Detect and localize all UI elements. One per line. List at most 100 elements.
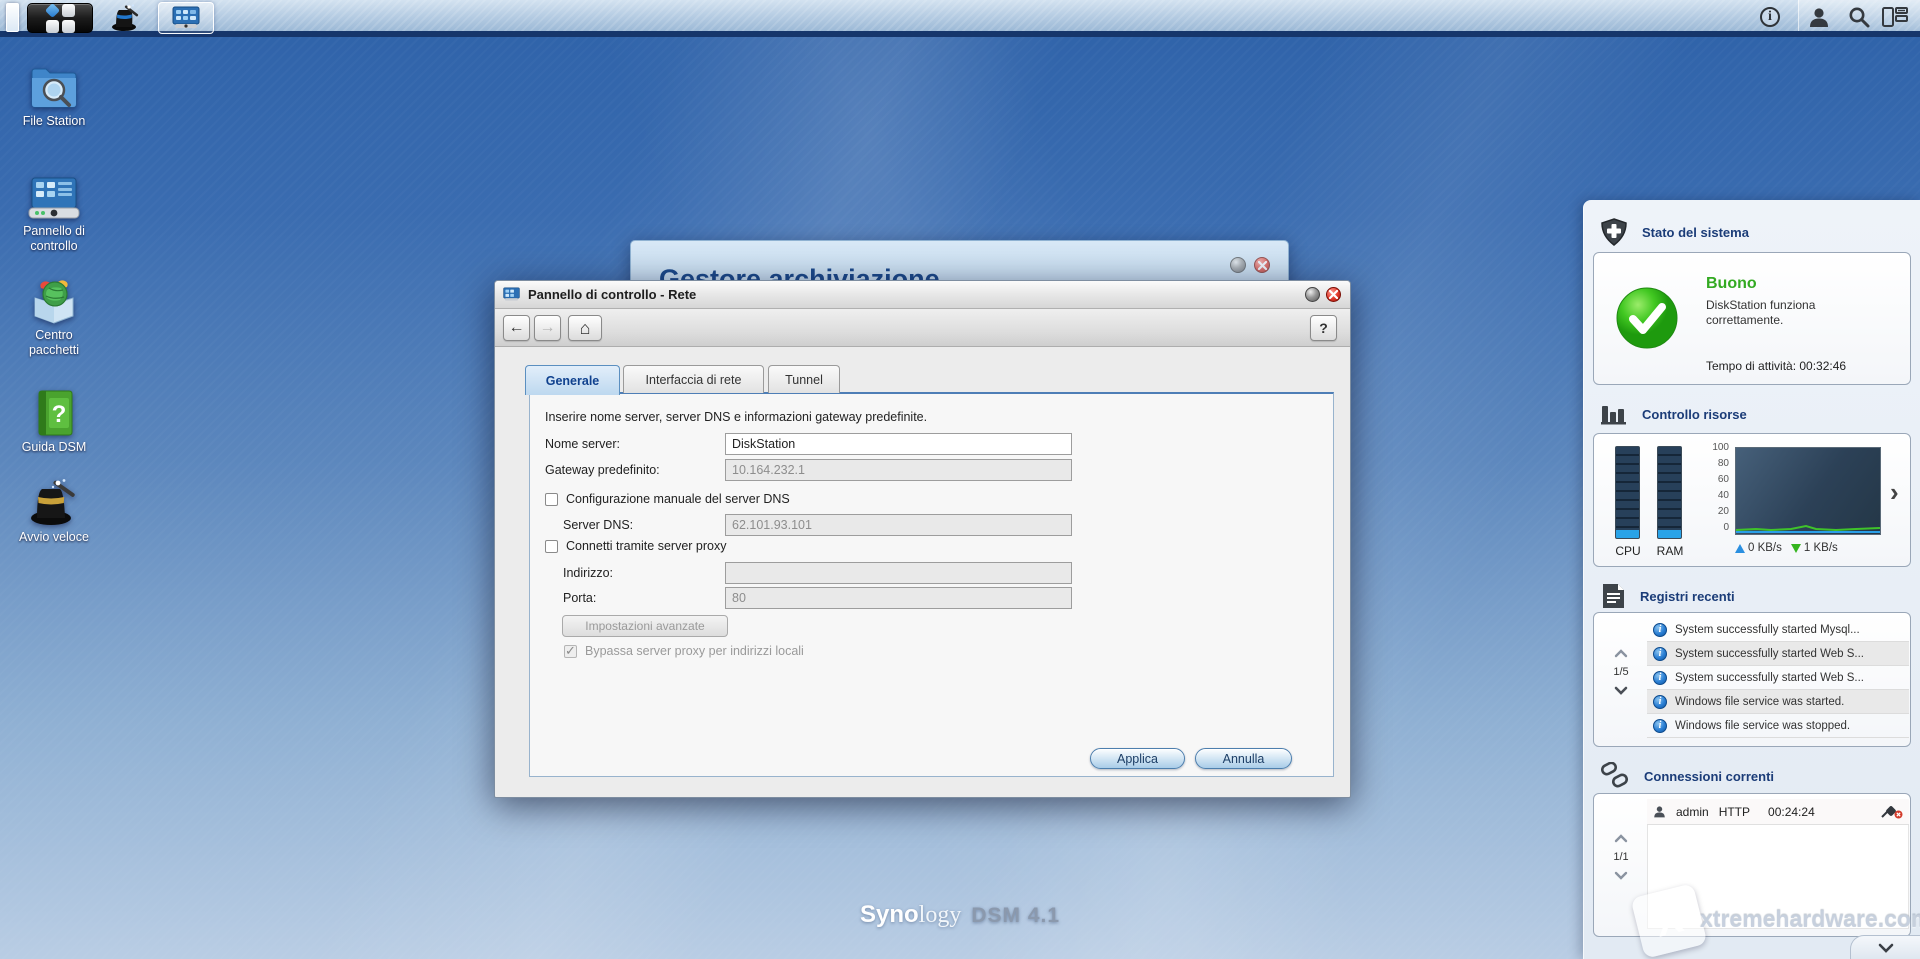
user-menu-button[interactable]	[1806, 4, 1832, 30]
porta-input	[725, 587, 1072, 609]
home-icon: ⌂	[580, 318, 591, 339]
desktop-icon-label: Guida DSM	[8, 440, 100, 455]
close-icon[interactable]	[1326, 287, 1341, 302]
watermark-text: xtremehardware.com	[1700, 906, 1920, 933]
axis-20: 20	[1697, 506, 1729, 517]
minimize-button[interactable]	[1230, 257, 1246, 273]
watermark-letter: X	[1651, 896, 1688, 946]
log-row[interactable]: i Windows file service was started.	[1647, 690, 1909, 714]
help-button[interactable]: ?	[1310, 315, 1337, 341]
widget-title: Registri recenti	[1640, 589, 1735, 604]
sidebar-collapse-button[interactable]	[1850, 935, 1920, 959]
tab-generale[interactable]: Generale	[525, 365, 620, 395]
log-row[interactable]: i System successfully started Web S...	[1647, 666, 1909, 690]
resource-monitor-more-button[interactable]: ›	[1890, 482, 1899, 502]
status-message-line2: correttamente.	[1706, 313, 1783, 327]
proxy-checkbox[interactable]	[545, 540, 558, 553]
control-panel-window: Pannello di controllo - Rete ← → ⌂ ? Gen…	[494, 280, 1351, 798]
server-dns-label: Server DNS:	[563, 518, 633, 532]
taskbar-active-app-control-panel[interactable]	[158, 2, 214, 34]
magic-hat-icon	[110, 4, 144, 32]
shield-cross-icon	[1600, 218, 1628, 246]
taskbar: i	[0, 0, 1920, 37]
window-titlebar[interactable]: Pannello di controllo - Rete	[495, 281, 1350, 309]
log-text: System successfully started Web S...	[1675, 648, 1864, 660]
widget-title: Stato del sistema	[1642, 225, 1749, 240]
widget-title: Controllo risorse	[1642, 407, 1747, 422]
cancel-button[interactable]: Annulla	[1195, 748, 1292, 769]
search-button[interactable]	[1846, 4, 1872, 30]
log-text: Windows file service was started.	[1675, 696, 1844, 708]
show-desktop-button[interactable]	[6, 3, 19, 32]
desktop-icon-centro-pacchetti[interactable]: Centro pacchetti	[8, 278, 100, 358]
uptime-value: Tempo di attività: 00:32:46	[1706, 359, 1846, 373]
log-row[interactable]: i Windows file service was stopped.	[1647, 714, 1909, 738]
page-down-icon[interactable]	[1614, 871, 1628, 880]
widgets-toggle-button[interactable]	[1882, 4, 1908, 30]
window-toolbar: ← → ⌂ ?	[495, 309, 1350, 347]
log-document-icon	[1600, 582, 1626, 610]
log-text: System successfully started Mysql...	[1675, 624, 1860, 636]
dsm-version: DSM 4.1	[971, 904, 1060, 927]
current-connections-header: Connessioni correnti	[1600, 762, 1774, 790]
network-graph	[1735, 447, 1881, 535]
dns-manual-label: Configurazione manuale del server DNS	[566, 492, 790, 506]
magic-hat-large-icon	[27, 478, 81, 526]
info-icon: i	[1653, 719, 1667, 733]
axis-40: 40	[1697, 490, 1729, 501]
disconnect-icon[interactable]	[1881, 805, 1903, 819]
info-icon: i	[1653, 647, 1667, 661]
dns-manual-checkbox[interactable]	[545, 493, 558, 506]
apply-button[interactable]: Applica	[1090, 748, 1185, 769]
indirizzo-label: Indirizzo:	[563, 566, 613, 580]
gateway-label: Gateway predefinito:	[545, 463, 660, 477]
forward-button[interactable]: →	[534, 315, 561, 341]
gateway-input	[725, 459, 1072, 481]
nome-server-input[interactable]	[725, 433, 1072, 455]
axis-0: 0	[1697, 522, 1729, 533]
help-icon: ?	[1319, 320, 1328, 336]
cpu-label: CPU	[1608, 544, 1648, 558]
logs-pager: 1/5	[1604, 649, 1638, 695]
status-value: Buono	[1706, 275, 1757, 293]
connections-page-indicator: 1/1	[1604, 851, 1638, 863]
info-button[interactable]: i	[1757, 4, 1783, 30]
info-icon: i	[1653, 623, 1667, 637]
indirizzo-input	[725, 562, 1072, 584]
desktop-icon-avvio-veloce[interactable]: Avvio veloce	[8, 478, 100, 545]
tab-label: Generale	[546, 374, 600, 388]
main-menu-button[interactable]	[27, 3, 93, 33]
status-message-line1: DiskStation funziona	[1706, 298, 1815, 312]
recent-logs-header: Registri recenti	[1600, 582, 1735, 610]
form-description: Inserire nome server, server DNS e infor…	[545, 410, 927, 424]
connection-row[interactable]: admin HTTP 00:24:24	[1647, 799, 1909, 825]
log-text: Windows file service was stopped.	[1675, 720, 1850, 732]
download-value: 1 KB/s	[1804, 542, 1838, 554]
advanced-settings-button[interactable]: Impostazioni avanzate	[562, 615, 728, 637]
log-row[interactable]: i System successfully started Web S...	[1647, 642, 1909, 666]
bypass-proxy-label: Bypassa server proxy per indirizzi local…	[585, 644, 804, 658]
page-up-icon[interactable]	[1614, 834, 1628, 843]
download-arrow-icon	[1791, 544, 1801, 553]
file-station-icon	[28, 64, 80, 110]
desktop-icon-label-line2: pacchetti	[8, 343, 100, 358]
dsm-help-book-icon: ?	[31, 390, 77, 436]
desktop-icon-pannello-di-controllo[interactable]: Pannello di controllo	[8, 176, 100, 254]
window-titlebar-icon	[503, 287, 520, 302]
logs-page-indicator: 1/5	[1604, 666, 1638, 678]
quick-launch-button[interactable]	[101, 3, 153, 33]
desktop-icon-guida-dsm[interactable]: ? Guida DSM	[8, 390, 100, 455]
upload-legend: 0 KB/s 1 KB/s	[1735, 542, 1838, 554]
control-panel-icon	[27, 176, 81, 220]
home-button[interactable]: ⌂	[568, 315, 602, 341]
page-up-icon[interactable]	[1614, 649, 1628, 658]
log-row[interactable]: i System successfully started Mysql...	[1647, 618, 1909, 642]
back-icon: ←	[509, 319, 525, 337]
tab-interfaccia-di-rete[interactable]: Interfaccia di rete	[623, 365, 764, 393]
back-button[interactable]: ←	[503, 315, 530, 341]
page-down-icon[interactable]	[1614, 686, 1628, 695]
close-icon[interactable]	[1254, 257, 1270, 273]
minimize-button[interactable]	[1305, 287, 1320, 302]
desktop-icon-file-station[interactable]: File Station	[8, 64, 100, 129]
tab-tunnel[interactable]: Tunnel	[768, 365, 840, 393]
